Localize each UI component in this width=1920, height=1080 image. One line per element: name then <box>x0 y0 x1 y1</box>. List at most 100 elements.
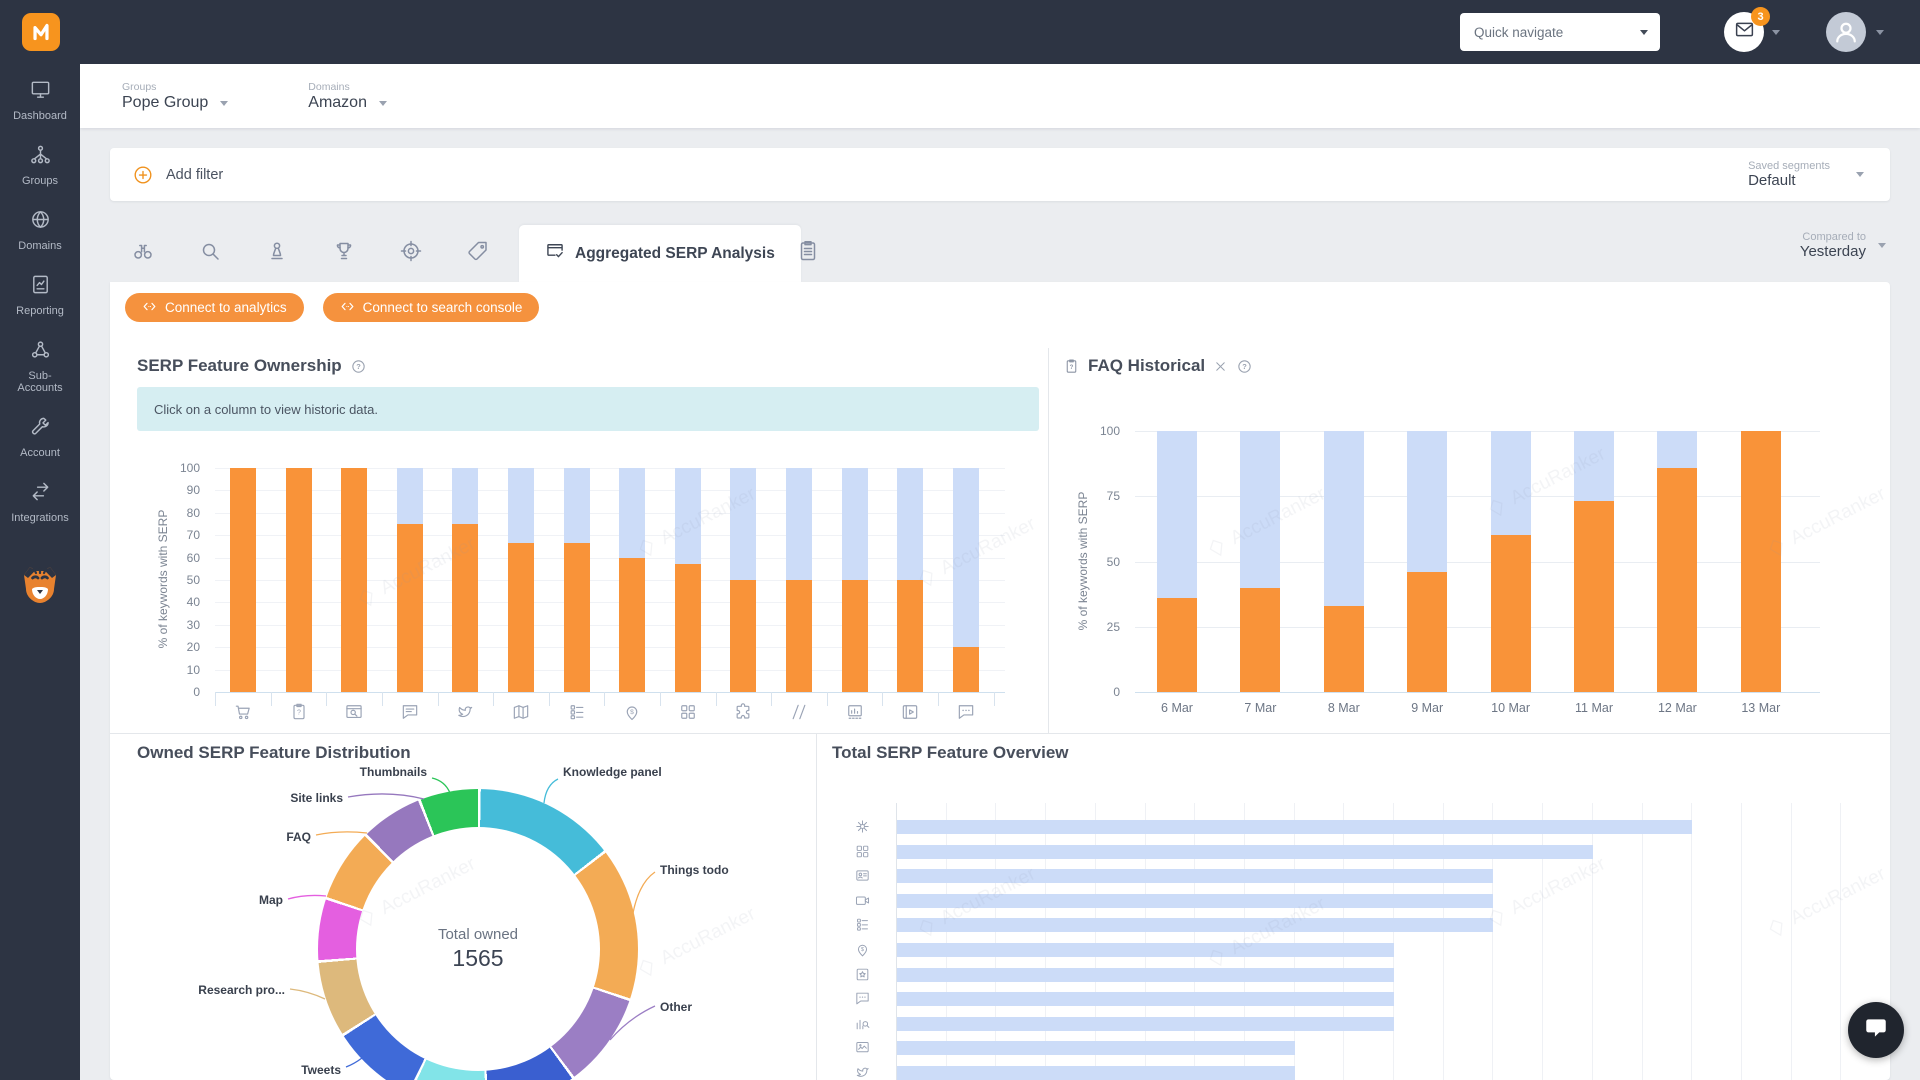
faq-column-owned[interactable] <box>1240 588 1280 692</box>
tab-binoculars[interactable] <box>115 225 171 282</box>
overview-bar[interactable] <box>897 1017 1394 1031</box>
ownership-column-owned[interactable] <box>508 543 534 692</box>
close-icon[interactable] <box>1213 359 1228 374</box>
overview-bar[interactable] <box>897 820 1692 834</box>
ownership-column-owned[interactable] <box>341 468 367 692</box>
tab-aggregated-serp-analysis[interactable]: Aggregated SERP Analysis <box>519 225 801 282</box>
chevron-down-icon[interactable] <box>1876 30 1884 35</box>
sidebar-item-groups[interactable]: Groups <box>0 143 80 187</box>
x-tick-label: 9 Mar <box>1397 701 1457 715</box>
tab-tag[interactable] <box>450 225 506 282</box>
sidebar-item-dashboard[interactable]: Dashboard <box>0 78 80 122</box>
sidebar-item-label: Integrations <box>11 512 68 524</box>
y-tick-label: 75 <box>1086 489 1120 503</box>
faq-column-owned[interactable] <box>1657 468 1697 692</box>
faq-column-owned[interactable] <box>1574 501 1614 692</box>
help-icon[interactable]: ? <box>1236 358 1253 375</box>
magnifier-icon <box>198 239 222 268</box>
y-tick-label: 60 <box>166 551 200 565</box>
tab-chess-pawn[interactable] <box>249 225 305 282</box>
total-serp-feature-overview-section: Total SERP Feature Overview $ <box>816 733 1890 1080</box>
tab-clipboard-list[interactable] <box>780 225 836 282</box>
overview-bar[interactable] <box>897 918 1493 932</box>
sidebar-item-integrations[interactable]: Integrations <box>0 480 80 524</box>
ownership-column-owned[interactable] <box>619 558 645 692</box>
section-title: Owned SERP Feature Distribution <box>137 743 411 763</box>
ownership-column-owned[interactable] <box>397 524 423 692</box>
topbar: Quick navigate 3 <box>0 0 1920 64</box>
sidebar-item-reporting[interactable]: Reporting <box>0 273 80 317</box>
ownership-column-owned[interactable] <box>897 580 923 692</box>
overview-bar[interactable] <box>897 968 1394 982</box>
notifications-button[interactable]: 3 <box>1724 12 1764 52</box>
donut-center: Total owned 1565 <box>356 827 600 1071</box>
workspace-avatar-tiger[interactable] <box>16 559 64 607</box>
overview-bar[interactable] <box>897 992 1394 1006</box>
faq-column-owned[interactable] <box>1157 598 1197 692</box>
tab-magnifier[interactable] <box>182 225 238 282</box>
overview-bar[interactable] <box>897 869 1493 883</box>
domains-caption: Domains <box>308 81 387 93</box>
overview-bar[interactable] <box>897 845 1593 859</box>
ownership-column-owned[interactable] <box>452 524 478 692</box>
domains-select[interactable]: Domains Amazon <box>308 81 387 112</box>
ownership-column-owned[interactable] <box>953 647 979 692</box>
overview-bar[interactable] <box>897 1066 1295 1080</box>
diagonal-lines-icon <box>789 702 809 722</box>
y-tick-label: 50 <box>166 573 200 587</box>
sidebar-item-label: Account <box>20 447 60 459</box>
filter-bar: Add filter Saved segments Default <box>110 148 1890 201</box>
connect-search-console-button[interactable]: Connect to search console <box>323 293 540 322</box>
connect-analytics-button[interactable]: Connect to analytics <box>125 293 304 322</box>
y-tick-label: 20 <box>166 640 200 654</box>
cart-icon <box>233 702 253 722</box>
faq-column-owned[interactable] <box>1491 535 1531 692</box>
chevron-down-icon[interactable] <box>1772 30 1780 35</box>
groups-select[interactable]: Groups Pope Group <box>122 81 228 112</box>
ownership-column-owned[interactable] <box>730 580 756 692</box>
sidebar-item-label: Groups <box>22 175 58 187</box>
faq-column-owned[interactable] <box>1407 572 1447 692</box>
section-title: FAQ Historical <box>1088 356 1205 376</box>
sidebar-item-account[interactable]: Account <box>0 415 80 459</box>
donut-center-value: 1565 <box>452 945 503 972</box>
ownership-column-owned[interactable] <box>564 543 590 692</box>
ownership-column-owned[interactable] <box>286 468 312 692</box>
tab-target[interactable] <box>383 225 439 282</box>
sidebar-item-domains[interactable]: Domains <box>0 208 80 252</box>
overview-bar[interactable] <box>897 943 1394 957</box>
svg-text:?: ? <box>297 709 301 717</box>
donut-label-map: Map <box>259 893 283 907</box>
overview-bar[interactable] <box>897 1041 1295 1055</box>
section-title: Total SERP Feature Overview <box>832 743 1069 763</box>
carousel-list-icon <box>854 916 871 933</box>
user-avatar[interactable] <box>1826 12 1866 52</box>
ownership-column-owned[interactable] <box>786 580 812 692</box>
quick-navigate-select[interactable]: Quick navigate <box>1460 13 1660 51</box>
globe-icon <box>29 208 52 236</box>
donut-label-site-links: Site links <box>290 791 343 805</box>
add-filter-button[interactable]: Add filter <box>132 164 223 186</box>
y-tick-label: 25 <box>1086 620 1120 634</box>
help-icon[interactable]: ? <box>350 358 367 375</box>
donut-chart[interactable]: Total owned 1565 <box>318 789 638 1080</box>
connect-search-console-label: Connect to search console <box>363 300 523 315</box>
ownership-column-owned[interactable] <box>230 468 256 692</box>
overview-bar[interactable] <box>897 894 1493 908</box>
tag-icon <box>466 239 490 268</box>
faq-column-owned[interactable] <box>1741 431 1781 692</box>
connect-arrows-icon <box>142 299 157 317</box>
compared-to-select[interactable]: Compared to Yesterday <box>1800 231 1886 260</box>
tab-trophy[interactable] <box>316 225 372 282</box>
donut-label-other: Other <box>660 1000 692 1014</box>
ownership-column-owned[interactable] <box>675 564 701 692</box>
x-tick-label: 13 Mar <box>1731 701 1791 715</box>
tab-bar: Aggregated SERP Analysis Compared to Yes… <box>110 225 1890 282</box>
accuranker-logo[interactable] <box>22 13 60 51</box>
faq-column-owned[interactable] <box>1324 606 1364 692</box>
saved-segments-select[interactable]: Saved segments Default <box>1748 160 1864 189</box>
ownership-column-owned[interactable] <box>842 580 868 692</box>
sidebar-item-sub-accounts[interactable]: Sub-Accounts <box>0 338 80 394</box>
donut-label-things-todo: Things todo <box>660 863 729 877</box>
chat-launcher-button[interactable] <box>1848 1002 1904 1058</box>
